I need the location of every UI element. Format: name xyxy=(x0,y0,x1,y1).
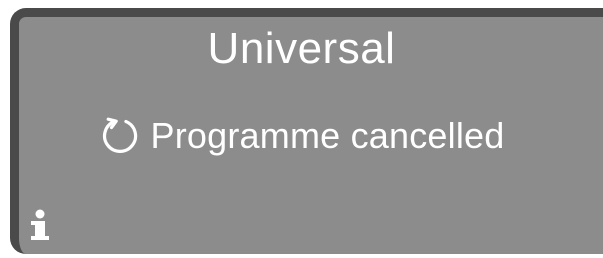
info-icon[interactable] xyxy=(25,208,55,242)
cancel-icon xyxy=(99,115,141,157)
status-text: Programme cancelled xyxy=(150,115,505,156)
programme-title: Universal xyxy=(207,24,396,73)
display-frame: Universal Programme cancelled xyxy=(0,0,603,258)
status-row: Programme cancelled xyxy=(0,113,603,159)
